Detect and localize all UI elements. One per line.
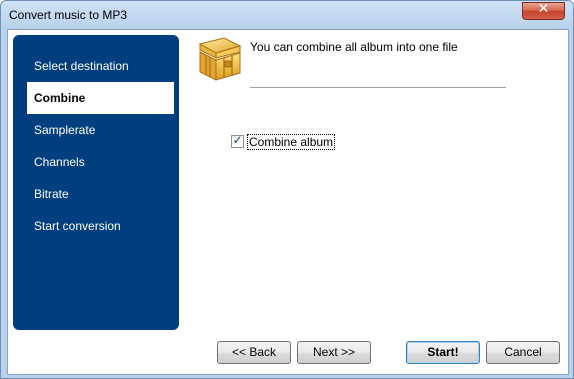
step-select-destination[interactable]: Select destination	[13, 50, 179, 82]
dialog-body: Select destination Combine Samplerate Ch…	[7, 29, 569, 375]
step-start-conversion[interactable]: Start conversion	[13, 210, 179, 242]
wizard-steps-sidebar: Select destination Combine Samplerate Ch…	[13, 35, 179, 330]
heading-divider	[250, 87, 506, 88]
back-button[interactable]: << Back	[217, 341, 291, 364]
combine-album-label[interactable]: Combine album	[247, 134, 336, 150]
step-channels[interactable]: Channels	[13, 146, 179, 178]
start-button[interactable]: Start!	[406, 341, 480, 364]
close-button[interactable]: ✕	[522, 1, 565, 20]
cancel-button[interactable]: Cancel	[486, 341, 560, 364]
title-bar[interactable]: Convert music to MP3 ✕	[1, 1, 573, 29]
step-samplerate[interactable]: Samplerate	[13, 114, 179, 146]
window-title: Convert music to MP3	[9, 8, 128, 22]
page-heading: You can combine all album into one file	[250, 40, 458, 54]
combine-album-checkbox[interactable]: ✓	[231, 133, 244, 148]
next-button[interactable]: Next >>	[297, 341, 371, 364]
treasure-chest-icon	[198, 37, 242, 81]
check-mark-icon: ✓	[232, 133, 243, 147]
wizard-window: Convert music to MP3 ✕ Select destinatio…	[0, 0, 574, 379]
step-bitrate[interactable]: Bitrate	[13, 178, 179, 210]
close-icon: ✕	[537, 1, 550, 17]
step-combine[interactable]: Combine	[27, 82, 174, 114]
